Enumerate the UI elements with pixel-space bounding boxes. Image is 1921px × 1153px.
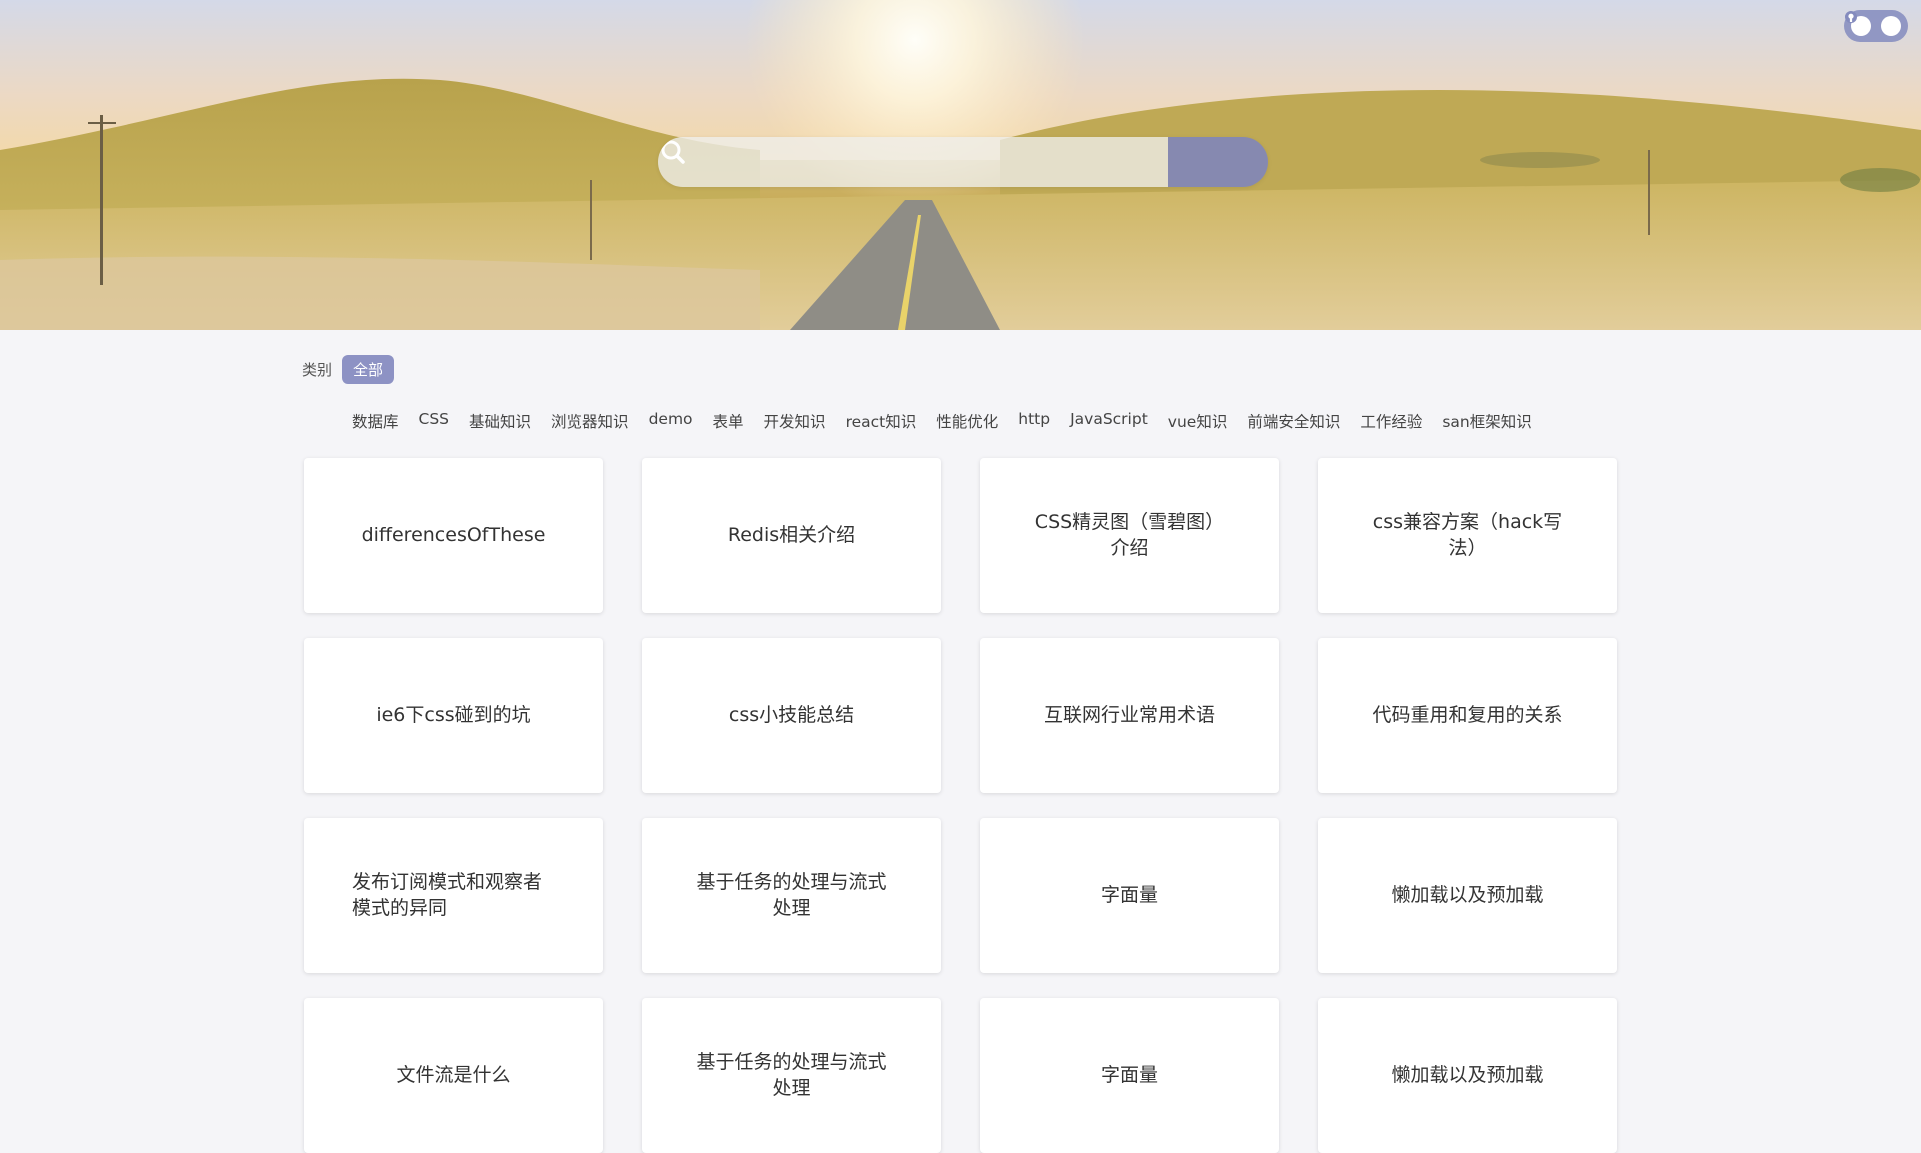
- article-card[interactable]: 懒加载以及预加载: [1318, 818, 1617, 973]
- tag-list: 数据库 CSS 基础知识 浏览器知识 demo 表单 开发知识 react知识 …: [352, 410, 1552, 432]
- category-label: 类别: [302, 361, 333, 379]
- article-card[interactable]: 代码重用和复用的关系: [1318, 638, 1617, 793]
- tag-item[interactable]: san框架知识: [1442, 410, 1531, 432]
- article-title: css小技能总结: [728, 703, 855, 726]
- tag-item[interactable]: 开发知识: [764, 410, 826, 432]
- category-filter: 类别 全部: [302, 355, 395, 384]
- search-button[interactable]: [661, 137, 1268, 187]
- category-all-button[interactable]: 全部: [342, 355, 395, 384]
- corner-links: [1844, 10, 1908, 42]
- article-card[interactable]: ie6下css碰到的坑: [304, 638, 603, 793]
- tag-item[interactable]: 基础知识: [469, 410, 531, 432]
- article-title: ie6下css碰到的坑: [376, 703, 531, 726]
- article-title: 发布订阅模式和观察者模式的异同: [352, 870, 543, 919]
- search-input[interactable]: [658, 137, 1168, 187]
- article-title: 懒加载以及预加载: [1391, 1063, 1544, 1086]
- article-card[interactable]: differencesOfThese: [304, 458, 603, 613]
- search-bar: [658, 137, 1268, 187]
- article-title: 基于任务的处理与流式处理: [696, 870, 887, 919]
- github-icon[interactable]: [1845, 11, 1901, 36]
- tag-item[interactable]: CSS: [419, 410, 450, 432]
- tag-item[interactable]: react知识: [846, 410, 917, 432]
- article-title: 字面量: [1100, 1063, 1158, 1086]
- article-title: differencesOfThese: [361, 523, 546, 546]
- article-title: 基于任务的处理与流式处理: [696, 1050, 887, 1099]
- article-title: 互联网行业常用术语: [1043, 703, 1215, 726]
- article-card[interactable]: 字面量: [980, 998, 1279, 1153]
- tag-item[interactable]: vue知识: [1168, 410, 1228, 432]
- article-card[interactable]: 文件流是什么: [304, 998, 603, 1153]
- article-card[interactable]: 懒加载以及预加载: [1318, 998, 1617, 1153]
- article-title: 代码重用和复用的关系: [1372, 703, 1563, 726]
- article-title: 字面量: [1100, 883, 1158, 906]
- tag-item[interactable]: 前端安全知识: [1247, 410, 1340, 432]
- search-icon: [661, 140, 685, 164]
- article-title: Redis相关介绍: [727, 523, 856, 546]
- article-card[interactable]: 基于任务的处理与流式处理: [642, 818, 941, 973]
- hero-banner: [0, 0, 1921, 330]
- article-title: CSS精灵图（雪碧图）介绍: [1034, 510, 1225, 559]
- tag-item[interactable]: demo: [649, 410, 693, 432]
- article-card[interactable]: 发布订阅模式和观察者模式的异同: [304, 818, 603, 973]
- article-card[interactable]: css兼容方案（hack写法）: [1318, 458, 1617, 613]
- article-card[interactable]: Redis相关介绍: [642, 458, 941, 613]
- article-title: 文件流是什么: [396, 1063, 511, 1086]
- tag-item[interactable]: http: [1018, 410, 1050, 432]
- article-card[interactable]: css小技能总结: [642, 638, 941, 793]
- article-card[interactable]: 字面量: [980, 818, 1279, 973]
- tag-item[interactable]: 表单: [713, 410, 744, 432]
- tag-item[interactable]: JavaScript: [1070, 410, 1148, 432]
- article-grid: differencesOfThese Redis相关介绍 CSS精灵图（雪碧图）…: [304, 458, 1617, 1153]
- article-title: 懒加载以及预加载: [1391, 883, 1544, 906]
- article-card[interactable]: 互联网行业常用术语: [980, 638, 1279, 793]
- tag-item[interactable]: 性能优化: [936, 410, 998, 432]
- article-card[interactable]: CSS精灵图（雪碧图）介绍: [980, 458, 1279, 613]
- article-title: css兼容方案（hack写法）: [1372, 510, 1563, 559]
- tag-item[interactable]: 浏览器知识: [551, 410, 629, 432]
- tag-item[interactable]: 工作经验: [1360, 410, 1422, 432]
- tag-item[interactable]: 数据库: [352, 410, 399, 432]
- article-card[interactable]: 基于任务的处理与流式处理: [642, 998, 941, 1153]
